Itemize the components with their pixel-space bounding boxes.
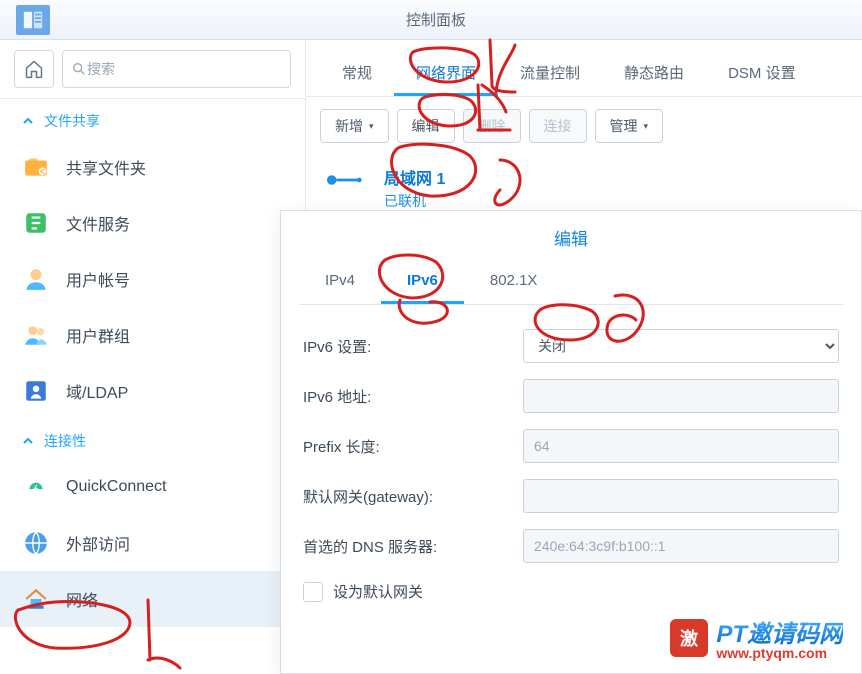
connect-button: 连接 xyxy=(529,109,587,143)
sidebar-item-label: 用户帐号 xyxy=(66,267,130,291)
delete-button: 删除 xyxy=(463,109,521,143)
ipv6-address-label: IPv6 地址: xyxy=(303,386,523,407)
window-title: 控制面板 xyxy=(50,9,862,30)
sidebar-item-label: 文件服务 xyxy=(66,211,130,235)
sidebar-item-shared-folder[interactable]: 共享文件夹 xyxy=(0,139,305,195)
tab-network-interface[interactable]: 网络界面 xyxy=(394,52,498,96)
prefix-length-label: Prefix 长度: xyxy=(303,436,523,457)
sidebar-item-label: 外部访问 xyxy=(66,531,130,555)
edit-button[interactable]: 编辑 xyxy=(397,109,455,143)
prefix-length-input xyxy=(523,429,839,463)
section-file-sharing[interactable]: 文件共享 xyxy=(0,99,305,139)
ldap-icon xyxy=(22,377,50,405)
dns-input xyxy=(523,529,839,563)
ipv6-address-input xyxy=(523,379,839,413)
sidebar-item-external-access[interactable]: 外部访问 xyxy=(0,515,305,571)
default-gateway-checkbox[interactable]: 设为默认网关 xyxy=(303,571,839,602)
globe-icon xyxy=(22,529,50,557)
tab-8021x[interactable]: 802.1X xyxy=(464,260,564,304)
tab-static-route[interactable]: 静态路由 xyxy=(602,52,706,96)
sidebar-item-label: QuickConnect xyxy=(66,478,167,496)
sidebar-item-file-services[interactable]: 文件服务 xyxy=(0,195,305,251)
watermark-brand: PT邀请码网 xyxy=(716,621,843,648)
home-icon xyxy=(24,59,44,79)
control-panel-icon xyxy=(16,5,50,35)
group-icon xyxy=(22,321,50,349)
chevron-up-icon xyxy=(22,115,34,127)
lan-status: 已联机 xyxy=(384,191,445,211)
gateway-label: 默认网关(gateway): xyxy=(303,486,523,507)
dialog-tabs: IPv4 IPv6 802.1X xyxy=(299,260,843,305)
dialog-title: 编辑 xyxy=(281,211,861,260)
tab-general[interactable]: 常规 xyxy=(320,52,394,96)
sidebar-item-ldap[interactable]: 域/LDAP xyxy=(0,363,305,419)
tab-dsm-settings[interactable]: DSM 设置 xyxy=(706,52,818,96)
sidebar-item-group[interactable]: 用户群组 xyxy=(0,307,305,363)
default-gateway-label: 设为默认网关 xyxy=(333,581,423,602)
sidebar-item-label: 用户群组 xyxy=(66,323,130,347)
caret-down-icon: ▾ xyxy=(369,121,374,132)
toolbar: 新增▾ 编辑 删除 连接 管理▾ xyxy=(306,97,862,155)
sidebar-item-quickconnect[interactable]: QuickConnect xyxy=(0,459,305,515)
quickconnect-icon xyxy=(22,473,50,501)
dns-label: 首选的 DNS 服务器: xyxy=(303,536,523,557)
svg-text:激: 激 xyxy=(680,628,698,649)
sidebar-item-label: 共享文件夹 xyxy=(66,155,146,179)
tab-traffic-control[interactable]: 流量控制 xyxy=(498,52,602,96)
sidebar-item-user[interactable]: 用户帐号 xyxy=(0,251,305,307)
checkbox-icon xyxy=(303,582,323,602)
ipv6-setting-label: IPv6 设置: xyxy=(303,336,523,357)
lan-icon xyxy=(326,171,366,189)
sidebar-item-label: 网络 xyxy=(66,587,98,611)
sidebar-item-network[interactable]: 网络 xyxy=(0,571,305,627)
section-label: 文件共享 xyxy=(44,111,100,131)
sidebar-item-label: 域/LDAP xyxy=(66,379,128,403)
folder-share-icon xyxy=(22,153,50,181)
user-icon xyxy=(22,265,50,293)
watermark-url: www.ptyqm.com xyxy=(716,645,843,661)
main-tabs: 常规 网络界面 流量控制 静态路由 DSM 设置 xyxy=(306,40,862,97)
network-icon xyxy=(22,585,50,613)
caret-down-icon: ▾ xyxy=(644,121,649,132)
search-input[interactable] xyxy=(87,61,282,77)
lan-name: 局域网 1 xyxy=(384,165,445,189)
manage-button[interactable]: 管理▾ xyxy=(595,109,664,143)
chevron-up-icon xyxy=(22,435,34,447)
file-services-icon xyxy=(22,209,50,237)
tab-ipv6[interactable]: IPv6 xyxy=(381,260,464,304)
seal-icon: 激 xyxy=(668,617,710,659)
sidebar: 文件共享 共享文件夹 文件服务 用户帐号 用户群组 域/LDAP 连接性 xyxy=(0,40,306,674)
edit-dialog: 编辑 IPv4 IPv6 802.1X IPv6 设置: 关闭 IPv6 地址:… xyxy=(280,210,862,674)
watermark: 激 PT邀请码网 www.ptyqm.com xyxy=(668,614,843,661)
tab-ipv4[interactable]: IPv4 xyxy=(299,260,381,304)
search-icon xyxy=(71,61,87,77)
window-titlebar: 控制面板 xyxy=(0,0,862,40)
gateway-input xyxy=(523,479,839,513)
home-button[interactable] xyxy=(14,50,54,88)
add-button[interactable]: 新增▾ xyxy=(320,109,389,143)
section-label: 连接性 xyxy=(44,431,86,451)
section-connectivity[interactable]: 连接性 xyxy=(0,419,305,459)
ipv6-setting-select[interactable]: 关闭 xyxy=(523,329,839,363)
search-field[interactable] xyxy=(62,50,291,88)
